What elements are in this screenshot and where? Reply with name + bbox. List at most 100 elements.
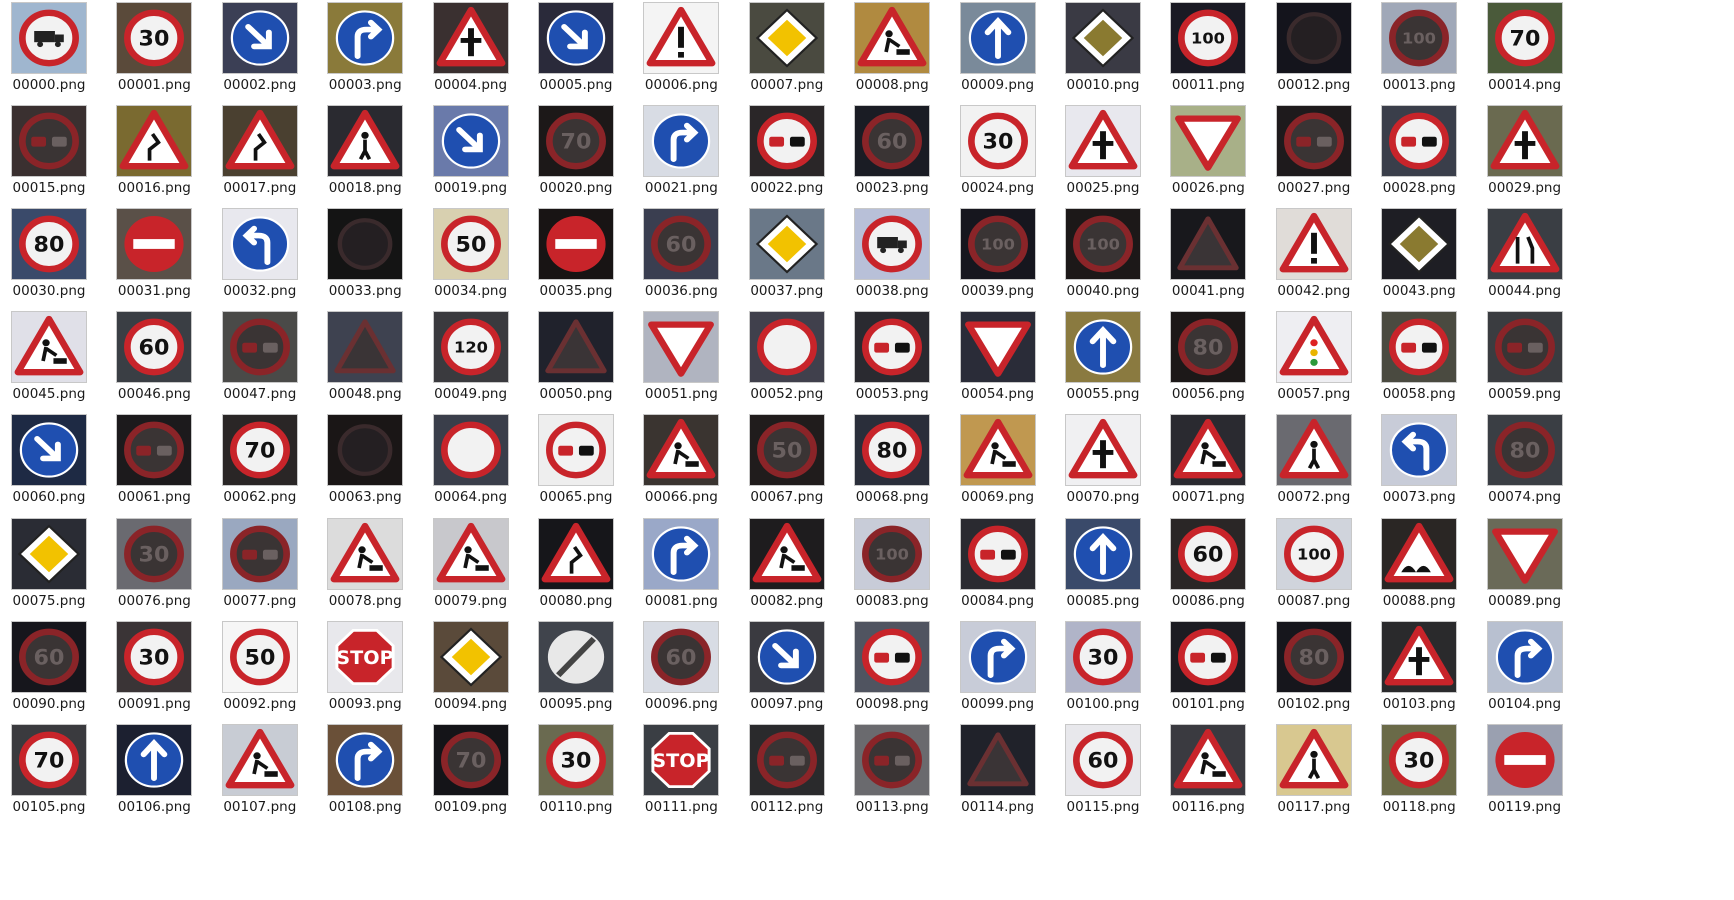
file-item[interactable]: 00108.png [314,722,416,822]
file-item[interactable]: 00008.png [841,0,943,100]
file-item[interactable]: 00016.png [103,103,205,203]
file-item[interactable]: 70 00020.png [525,103,627,203]
file-item[interactable]: 00066.png [630,412,732,512]
file-item[interactable]: 00082.png [736,516,838,616]
file-item[interactable]: 00054.png [947,309,1049,409]
file-item[interactable]: STOP 00093.png [314,619,416,719]
file-item[interactable]: 00004.png [420,0,522,100]
file-item[interactable]: 30 00024.png [947,103,1049,203]
file-item[interactable]: 00045.png [0,309,100,409]
file-item[interactable]: 00061.png [103,412,205,512]
file-item[interactable]: 00050.png [525,309,627,409]
file-item[interactable]: 00009.png [947,0,1049,100]
file-item[interactable]: 00017.png [209,103,311,203]
file-item[interactable]: 00041.png [1157,206,1259,306]
file-item[interactable]: 00051.png [630,309,732,409]
file-item[interactable]: 00029.png [1474,103,1576,203]
file-item[interactable]: 00022.png [736,103,838,203]
file-item[interactable]: 00113.png [841,722,943,822]
file-item[interactable]: 80 00056.png [1157,309,1259,409]
file-item[interactable]: 00053.png [841,309,943,409]
file-item[interactable]: 00080.png [525,516,627,616]
file-item[interactable]: 80 00102.png [1263,619,1365,719]
file-item[interactable]: 100 00040.png [1052,206,1154,306]
file-item[interactable]: 00094.png [420,619,522,719]
file-item[interactable]: 00032.png [209,206,311,306]
file-item[interactable]: 00081.png [630,516,732,616]
file-item[interactable]: 00042.png [1263,206,1365,306]
file-item[interactable]: 100 00011.png [1157,0,1259,100]
file-item[interactable]: 00063.png [314,412,416,512]
file-item[interactable]: 30 00076.png [103,516,205,616]
file-item[interactable]: 60 00046.png [103,309,205,409]
file-item[interactable]: 00097.png [736,619,838,719]
file-item[interactable]: 00019.png [420,103,522,203]
file-item[interactable]: 00038.png [841,206,943,306]
file-item[interactable]: 30 00100.png [1052,619,1154,719]
file-item[interactable]: 50 00034.png [420,206,522,306]
file-item[interactable]: 60 00090.png [0,619,100,719]
file-item[interactable]: 00007.png [736,0,838,100]
file-item[interactable]: 100 00013.png [1368,0,1470,100]
file-item[interactable]: 30 00091.png [103,619,205,719]
file-item[interactable]: 00079.png [420,516,522,616]
file-item[interactable]: 00037.png [736,206,838,306]
file-item[interactable]: 00059.png [1474,309,1576,409]
file-item[interactable]: 00101.png [1157,619,1259,719]
file-item[interactable]: 80 00074.png [1474,412,1576,512]
file-item[interactable]: 00064.png [420,412,522,512]
file-item[interactable]: 00098.png [841,619,943,719]
file-item[interactable]: 60 00086.png [1157,516,1259,616]
file-item[interactable]: 00078.png [314,516,416,616]
file-item[interactable]: 00047.png [209,309,311,409]
file-item[interactable]: 00072.png [1263,412,1365,512]
file-item[interactable]: 00006.png [630,0,732,100]
file-item[interactable]: 60 00115.png [1052,722,1154,822]
file-item[interactable]: 00028.png [1368,103,1470,203]
file-item[interactable]: 120 00049.png [420,309,522,409]
file-item[interactable]: 00005.png [525,0,627,100]
file-item[interactable]: STOP 00111.png [630,722,732,822]
file-item[interactable]: 00048.png [314,309,416,409]
file-item[interactable]: 50 00067.png [736,412,838,512]
file-item[interactable]: 30 00001.png [103,0,205,100]
file-item[interactable]: 00107.png [209,722,311,822]
file-item[interactable]: 00026.png [1157,103,1259,203]
file-item[interactable]: 80 00068.png [841,412,943,512]
file-item[interactable]: 00073.png [1368,412,1470,512]
file-item[interactable]: 00085.png [1052,516,1154,616]
file-item[interactable]: 00031.png [103,206,205,306]
file-item[interactable]: 00060.png [0,412,100,512]
file-item[interactable]: 00065.png [525,412,627,512]
file-item[interactable]: 30 00118.png [1368,722,1470,822]
file-item[interactable]: 50 00092.png [209,619,311,719]
file-item[interactable]: 80 00030.png [0,206,100,306]
file-item[interactable]: 00084.png [947,516,1049,616]
file-item[interactable]: 00112.png [736,722,838,822]
file-item[interactable]: 00058.png [1368,309,1470,409]
file-item[interactable]: 00104.png [1474,619,1576,719]
file-item[interactable]: 00035.png [525,206,627,306]
file-item[interactable]: 00027.png [1263,103,1365,203]
file-item[interactable]: 70 00109.png [420,722,522,822]
file-item[interactable]: 00088.png [1368,516,1470,616]
file-item[interactable]: 00015.png [0,103,100,203]
file-item[interactable]: 00119.png [1474,722,1576,822]
file-item[interactable]: 100 00083.png [841,516,943,616]
file-item[interactable]: 00095.png [525,619,627,719]
file-item[interactable]: 60 00023.png [841,103,943,203]
file-item[interactable]: 30 00110.png [525,722,627,822]
file-item[interactable]: 00018.png [314,103,416,203]
file-item[interactable]: 00033.png [314,206,416,306]
file-item[interactable]: 60 00096.png [630,619,732,719]
file-item[interactable]: 00025.png [1052,103,1154,203]
file-item[interactable]: 00012.png [1263,0,1365,100]
file-item[interactable]: 100 00087.png [1263,516,1365,616]
file-item[interactable]: 00117.png [1263,722,1365,822]
file-item[interactable]: 70 00014.png [1474,0,1576,100]
file-item[interactable]: 00002.png [209,0,311,100]
file-item[interactable]: 00044.png [1474,206,1576,306]
file-item[interactable]: 00116.png [1157,722,1259,822]
file-item[interactable]: 00069.png [947,412,1049,512]
file-item[interactable]: 00010.png [1052,0,1154,100]
